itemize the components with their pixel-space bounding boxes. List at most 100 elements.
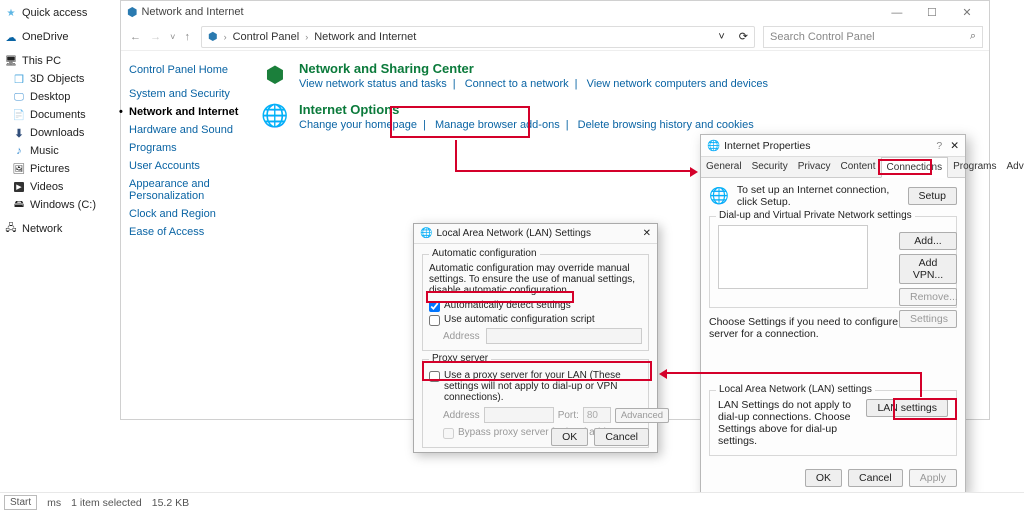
connections-listbox[interactable] bbox=[718, 225, 868, 289]
checkbox-input[interactable] bbox=[429, 315, 440, 326]
breadcrumb-item[interactable]: Control Panel bbox=[233, 31, 300, 43]
nav-documents[interactable]: Documents bbox=[2, 106, 108, 124]
nav-music[interactable]: Music bbox=[2, 142, 108, 160]
use-proxy-checkbox[interactable]: Use a proxy server for your LAN (These s… bbox=[429, 370, 642, 403]
category-network-sharing: ⬢ Network and Sharing Center View networ… bbox=[261, 61, 979, 90]
nav-onedrive[interactable]: OneDrive bbox=[2, 28, 108, 46]
sublink[interactable]: View network status and tasks bbox=[299, 78, 447, 90]
setup-text: To set up an Internet connection, click … bbox=[737, 184, 900, 208]
setup-button[interactable]: Setup bbox=[908, 187, 957, 205]
back-button[interactable]: ← bbox=[127, 31, 144, 43]
search-input[interactable]: Search Control Panel ⌕ bbox=[763, 26, 983, 48]
control-panel-sidebar: Control Panel Home System and Security N… bbox=[121, 51, 251, 419]
music-icon bbox=[12, 144, 26, 158]
tabstrip: General Security Privacy Content Connect… bbox=[701, 157, 965, 178]
cancel-button[interactable]: Cancel bbox=[848, 469, 903, 487]
checkbox-label: Use automatic configuration script bbox=[444, 314, 595, 325]
sidebar-item-home[interactable]: Control Panel Home bbox=[127, 61, 247, 79]
tab-programs[interactable]: Programs bbox=[948, 157, 1001, 177]
globe-icon: 🌐 bbox=[707, 139, 720, 152]
lan-settings-button[interactable]: LAN settings bbox=[866, 399, 948, 417]
category-title[interactable]: Network and Sharing Center bbox=[299, 61, 768, 76]
checkbox-input[interactable] bbox=[429, 371, 440, 382]
breadcrumb[interactable]: ⬢ › Control Panel › Network and Internet… bbox=[201, 26, 755, 48]
sidebar-item-network-internet[interactable]: Network and Internet bbox=[127, 103, 247, 121]
sublink[interactable]: View network computers and devices bbox=[587, 78, 768, 90]
nav-videos[interactable]: Videos bbox=[2, 178, 108, 196]
dialog-titlebar: 🌐 Local Area Network (LAN) Settings ✕ bbox=[414, 224, 657, 244]
annotation-arrow bbox=[455, 140, 457, 170]
sublink[interactable]: Change your homepage bbox=[299, 119, 417, 131]
network-sharing-icon: ⬢ bbox=[261, 61, 289, 89]
tab-content[interactable]: Content bbox=[836, 157, 881, 177]
nav-label: This PC bbox=[22, 55, 61, 67]
sidebar-item-system-security[interactable]: System and Security bbox=[127, 85, 247, 103]
picture-icon bbox=[12, 162, 26, 176]
dialog-title: Local Area Network (LAN) Settings bbox=[436, 228, 591, 239]
sublink[interactable]: Connect to a network bbox=[465, 78, 569, 90]
breadcrumb-item[interactable]: Network and Internet bbox=[314, 31, 416, 43]
nav-pictures[interactable]: Pictures bbox=[2, 160, 108, 178]
network-icon: ⬢ bbox=[208, 30, 218, 43]
annotation-arrow bbox=[667, 372, 922, 374]
chevron-right-icon: › bbox=[224, 32, 227, 42]
tab-general[interactable]: General bbox=[701, 157, 747, 177]
checkbox-input[interactable] bbox=[429, 301, 440, 312]
sidebar-item-hardware-sound[interactable]: Hardware and Sound bbox=[127, 121, 247, 139]
globe-icon: 🌐 bbox=[261, 102, 289, 130]
cube-icon bbox=[12, 72, 26, 86]
ok-button[interactable]: OK bbox=[551, 428, 588, 446]
tab-connections[interactable]: Connections bbox=[881, 157, 949, 178]
nav-desktop[interactable]: Desktop bbox=[2, 88, 108, 106]
tab-security[interactable]: Security bbox=[747, 157, 793, 177]
sublink[interactable]: Manage browser add-ons bbox=[435, 119, 560, 131]
nav-windows-c[interactable]: Windows (C:) bbox=[2, 196, 108, 214]
tab-advanced[interactable]: Advanced bbox=[1001, 157, 1024, 177]
connect-icon: 🌐 bbox=[709, 186, 729, 206]
refresh-button[interactable]: ⟳ bbox=[739, 30, 748, 43]
address-label: Address bbox=[443, 410, 480, 421]
cancel-button[interactable]: Cancel bbox=[594, 428, 649, 446]
sublink[interactable]: Delete browsing history and cookies bbox=[578, 119, 754, 131]
recent-button[interactable]: ˅ bbox=[167, 32, 178, 42]
desktop-icon bbox=[12, 90, 26, 104]
document-icon bbox=[12, 108, 26, 122]
help-button[interactable]: ? bbox=[936, 140, 942, 152]
drive-icon bbox=[12, 198, 26, 212]
tab-privacy[interactable]: Privacy bbox=[793, 157, 836, 177]
ok-button[interactable]: OK bbox=[805, 469, 842, 487]
maximize-button[interactable]: ☐ bbox=[916, 6, 948, 19]
start-button[interactable]: Start bbox=[4, 495, 37, 510]
category-title[interactable]: Internet Options bbox=[299, 102, 754, 117]
sidebar-item-user-accounts[interactable]: User Accounts bbox=[127, 157, 247, 175]
auto-detect-checkbox[interactable]: Automatically detect settings bbox=[429, 300, 642, 312]
close-button[interactable]: ✕ bbox=[950, 140, 959, 152]
auto-script-checkbox[interactable]: Use automatic configuration script bbox=[429, 314, 642, 326]
sidebar-item-appearance[interactable]: Appearance and Personalization bbox=[127, 175, 247, 205]
nav-label: Documents bbox=[30, 109, 86, 121]
close-button[interactable]: ✕ bbox=[643, 228, 651, 239]
add-vpn-button[interactable]: Add VPN... bbox=[899, 254, 957, 284]
nav-3d-objects[interactable]: 3D Objects bbox=[2, 70, 108, 88]
forward-button[interactable]: → bbox=[147, 31, 164, 43]
auto-legend: Automatic configuration bbox=[429, 248, 540, 259]
nav-network[interactable]: Network bbox=[2, 220, 108, 238]
nav-this-pc[interactable]: This PC bbox=[2, 52, 108, 70]
sidebar-item-ease-of-access[interactable]: Ease of Access bbox=[127, 223, 247, 241]
nav-quick-access[interactable]: Quick access bbox=[2, 4, 108, 22]
window-titlebar: ⬢ Network and Internet — ☐ ✕ bbox=[121, 1, 989, 23]
category-internet-options: 🌐 Internet Options Change your homepage|… bbox=[261, 102, 979, 131]
up-button[interactable]: ↑ bbox=[181, 31, 193, 43]
nav-downloads[interactable]: Downloads bbox=[2, 124, 108, 142]
chevron-down-icon[interactable]: ˅ bbox=[718, 31, 724, 43]
sidebar-item-clock-region[interactable]: Clock and Region bbox=[127, 205, 247, 223]
minimize-button[interactable]: — bbox=[881, 7, 913, 19]
add-button[interactable]: Add... bbox=[899, 232, 957, 250]
nav-label: Desktop bbox=[30, 91, 70, 103]
status-size: 15.2 KB bbox=[152, 497, 189, 509]
sidebar-item-programs[interactable]: Programs bbox=[127, 139, 247, 157]
video-icon bbox=[12, 180, 26, 194]
nav-label: Downloads bbox=[30, 127, 84, 139]
dial-legend: Dial-up and Virtual Private Network sett… bbox=[716, 210, 915, 221]
close-button[interactable]: ✕ bbox=[951, 6, 983, 19]
